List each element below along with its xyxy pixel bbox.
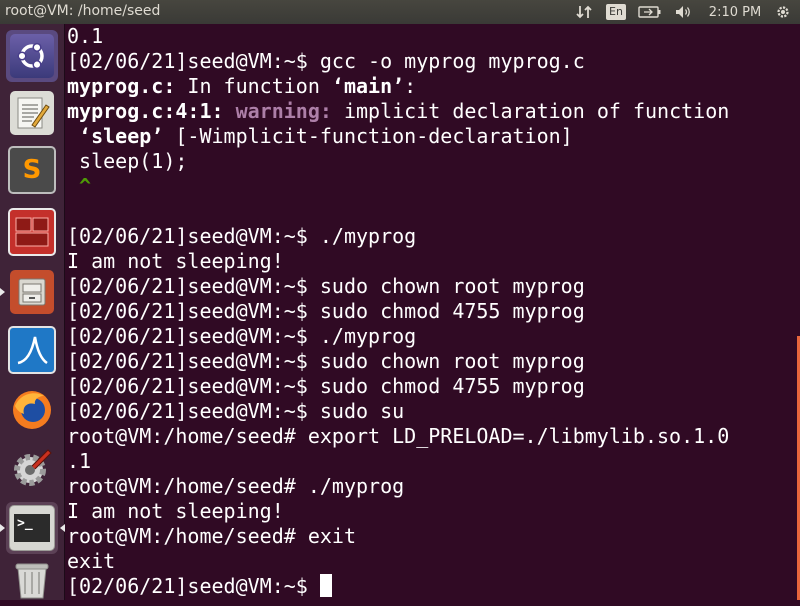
keyboard-language-indicator[interactable]: En — [604, 2, 628, 22]
warning-message: implicit declaration of function — [331, 99, 730, 123]
terminal-line: I am not sleeping! — [67, 249, 284, 273]
terminal-icon-glyph: >_ — [14, 514, 50, 542]
window-title: root@VM: /home/seed — [5, 3, 161, 19]
warning-flag: [-Wimplicit-function-declaration] — [163, 124, 573, 148]
terminal-line: exit — [67, 549, 116, 573]
launcher: S >_ — [0, 24, 65, 600]
ubuntu-logo-icon — [10, 34, 54, 78]
function-name: ‘main’ — [331, 74, 405, 98]
top-panel: root@VM: /home/seed En 2:10 PM — [0, 0, 800, 24]
warning-label: warning: — [223, 99, 332, 123]
launcher-sublime-text[interactable]: S — [6, 144, 58, 196]
function-name: ‘sleep’ — [67, 124, 164, 148]
terminal-output[interactable]: 0.1 [02/06/21]seed@VM:~$ gcc -o myprog m… — [67, 24, 729, 599]
terminal-line: [02/06/21]seed@VM:~$ sudo su — [67, 399, 405, 423]
text-editor-icon — [10, 91, 54, 135]
settings-gear-icon[interactable] — [772, 2, 794, 22]
terminal-line: I am not sleeping! — [67, 499, 284, 523]
terminal-line: sleep(1); — [67, 149, 188, 173]
terminal-line: [02/06/21]seed@VM:~$ sudo chmod 4755 myp… — [67, 374, 585, 398]
running-indicator — [0, 524, 5, 532]
sublime-logo-letter: S — [22, 155, 42, 185]
terminal-prompt-line[interactable]: [02/06/21]seed@VM:~$ — [67, 574, 729, 599]
compiler-message: In function — [175, 74, 332, 98]
terminal-line: [02/06/21]seed@VM:~$ sudo chown root myp… — [67, 349, 585, 373]
terminal-line: [02/06/21]seed@VM:~$ sudo chown root myp… — [67, 274, 585, 298]
compiler-file-ref: myprog.c: — [67, 74, 176, 98]
terminal-line: root@VM:/home/seed# exit — [67, 524, 356, 548]
terminal-line: ^ — [67, 174, 92, 198]
punctuation: : — [404, 74, 417, 98]
terminal-icon: >_ — [9, 505, 55, 551]
text-cursor — [319, 574, 332, 597]
launcher-terminal[interactable]: >_ — [0, 502, 65, 554]
running-indicator — [0, 288, 5, 296]
terminal-line: ‘sleep’ [-Wimplicit-function-declaration… — [67, 124, 729, 149]
firefox-icon — [10, 388, 54, 432]
system-settings-icon — [10, 446, 54, 490]
launcher-firefox[interactable] — [6, 384, 58, 436]
terminal-line: [02/06/21]seed@VM:~$ gcc -o myprog mypro… — [67, 49, 585, 73]
terminal-line: [02/06/21]seed@VM:~$ ./myprog — [67, 224, 417, 248]
volume-icon[interactable] — [672, 2, 694, 22]
launcher-file-manager[interactable] — [0, 266, 58, 318]
launcher-text-editor[interactable] — [6, 87, 58, 139]
terminal-window[interactable]: 0.1 [02/06/21]seed@VM:~$ gcc -o myprog m… — [65, 24, 800, 600]
terminal-line: myprog.c: In function ‘main’: — [67, 74, 729, 99]
launcher-terminator[interactable] — [6, 206, 58, 258]
terminal-line: root@VM:/home/seed# ./myprog — [67, 474, 405, 498]
clock[interactable]: 2:10 PM — [704, 2, 766, 22]
launcher-trash[interactable] — [6, 554, 58, 606]
battery-icon[interactable] — [636, 2, 664, 22]
network-icon[interactable] — [572, 2, 596, 22]
current-prompt: [02/06/21]seed@VM:~$ — [67, 574, 320, 598]
wireshark-fin-icon — [8, 326, 56, 374]
sublime-text-icon: S — [8, 146, 56, 194]
terminator-icon — [8, 208, 56, 256]
launcher-system-settings[interactable] — [6, 442, 58, 494]
terminal-line: [02/06/21]seed@VM:~$ sudo chmod 4755 myp… — [67, 299, 585, 323]
compiler-file-ref: myprog.c:4:1: — [67, 99, 224, 123]
trash-icon — [10, 558, 54, 602]
terminal-line: [02/06/21]seed@VM:~$ ./myprog — [67, 324, 417, 348]
launcher-wireshark[interactable] — [6, 324, 58, 376]
file-cabinet-icon — [10, 270, 54, 314]
terminal-line: 0.1 — [67, 24, 104, 48]
language-label: En — [606, 4, 626, 20]
launcher-ubuntu-dash[interactable] — [6, 30, 58, 82]
terminal-line: myprog.c:4:1: warning: implicit declarat… — [67, 99, 729, 124]
terminal-line: .1 — [67, 449, 92, 473]
terminal-line: root@VM:/home/seed# export LD_PRELOAD=./… — [67, 424, 730, 448]
